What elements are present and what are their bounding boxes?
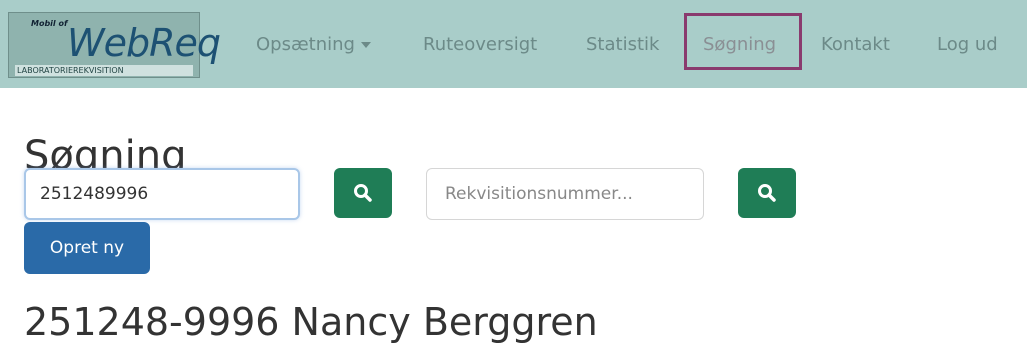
active-nav-highlight xyxy=(684,13,802,70)
search-icon xyxy=(758,184,776,202)
nav-item-opsaetning[interactable]: Opsætning xyxy=(256,34,371,55)
requisition-search-button[interactable] xyxy=(738,168,796,218)
requisition-number-input[interactable] xyxy=(426,168,704,220)
search-icon xyxy=(354,184,372,202)
logo[interactable]: Mobil of WebReq LABORATORIEREKVISITION xyxy=(8,12,221,78)
create-new-button[interactable]: Opret ny xyxy=(24,222,150,274)
nav-item-ruteoversigt[interactable]: Ruteoversigt xyxy=(423,34,537,55)
patient-header: 251248-9996 Nancy Berggren xyxy=(24,300,598,344)
logo-title: WebReq xyxy=(67,21,221,65)
navbar: Mobil of WebReq LABORATORIEREKVISITION O… xyxy=(0,0,1027,88)
cpr-search-button[interactable] xyxy=(334,168,392,218)
caret-down-icon xyxy=(360,42,371,48)
nav-item-kontakt[interactable]: Kontakt xyxy=(821,34,890,55)
nav-item-statistik[interactable]: Statistik xyxy=(586,34,659,55)
nav-item-log-ud[interactable]: Log ud xyxy=(937,34,998,55)
nav-item-label: Opsætning xyxy=(256,34,355,55)
logo-small-text: Mobil of xyxy=(31,19,68,28)
cpr-search-input[interactable] xyxy=(24,168,300,220)
logo-subtitle: LABORATORIEREKVISITION xyxy=(15,65,193,76)
